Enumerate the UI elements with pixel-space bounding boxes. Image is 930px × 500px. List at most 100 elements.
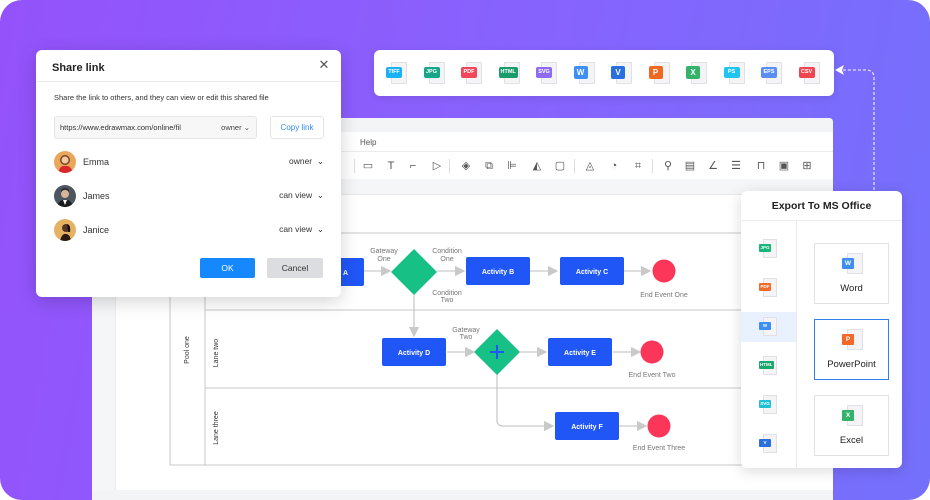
format-badge: EPS: [761, 67, 777, 78]
frame-icon[interactable]: ▢: [553, 159, 567, 173]
format-badge: P: [648, 66, 663, 79]
share-link-field[interactable]: https://www.edrawmax.com/online/fil owne…: [54, 116, 257, 139]
flip-icon[interactable]: ◭: [530, 159, 544, 173]
crop-icon[interactable]: ⌗: [631, 159, 645, 173]
excel-icon: X: [842, 410, 854, 421]
text-icon[interactable]: T: [384, 159, 398, 173]
side-format-jpg[interactable]: JPG: [741, 234, 796, 264]
close-icon[interactable]: ✕: [317, 58, 331, 72]
shape-style-icon[interactable]: ◔: [607, 159, 621, 173]
cancel-button[interactable]: Cancel: [267, 258, 323, 278]
rectangle-icon[interactable]: ▭: [361, 159, 375, 173]
user-row-janice: Janice can view ⌄: [54, 219, 324, 243]
user-role: can view: [279, 224, 313, 234]
end-event-label: End Event Two: [629, 372, 676, 379]
more-icon[interactable]: ⊞: [800, 159, 814, 173]
export-format-ps[interactable]: PS: [723, 62, 746, 86]
export-option-excel[interactable]: X Excel: [814, 395, 889, 456]
activity-c[interactable]: Activity C: [560, 257, 624, 285]
condition-label: One: [440, 256, 453, 263]
user-row-emma: Emma owner ⌄: [54, 151, 324, 175]
connector-icon[interactable]: ⌐: [406, 159, 420, 173]
format-badge: HTML: [498, 67, 518, 78]
gateway-label: Two: [460, 334, 473, 341]
avatar: [54, 185, 76, 207]
user-role-select[interactable]: owner ⌄: [289, 156, 324, 167]
export-option-word[interactable]: W Word: [814, 243, 889, 304]
link-permission-select[interactable]: owner ⌄: [221, 123, 250, 132]
end-event-three[interactable]: [647, 414, 671, 438]
activity-label: Activity F: [571, 424, 603, 431]
chevron-down-icon: ⌄: [316, 156, 324, 166]
format-painter-icon[interactable]: ▤: [683, 159, 697, 173]
format-badge: JPG: [759, 244, 771, 252]
export-format-svg[interactable]: SVG: [536, 62, 558, 86]
fill-color-icon[interactable]: ◬: [583, 159, 597, 173]
group-icon[interactable]: ⧉: [482, 159, 496, 173]
activity-label: Activity B: [482, 269, 514, 276]
side-format-pdf[interactable]: PDF: [741, 273, 796, 303]
share-link-url: https://www.edrawmax.com/online/fil: [60, 123, 181, 132]
activity-f[interactable]: Activity F: [555, 412, 619, 440]
pointer-icon[interactable]: ▷: [430, 159, 444, 173]
end-event-label: End Event One: [640, 292, 688, 299]
export-format-csv[interactable]: CSV: [798, 62, 821, 86]
format-badge: JPG: [423, 67, 440, 78]
layers-icon[interactable]: ◈: [459, 159, 473, 173]
divider: [36, 81, 341, 82]
export-format-jpg[interactable]: JPG: [423, 62, 446, 86]
end-event-one[interactable]: [652, 259, 676, 283]
search-icon[interactable]: ⚲: [661, 159, 675, 173]
lock-icon[interactable]: ⊓: [754, 159, 768, 173]
export-format-eps[interactable]: EPS: [761, 62, 783, 86]
activity-e[interactable]: Activity E: [548, 338, 612, 366]
divider: [796, 221, 797, 468]
menu-help[interactable]: Help: [360, 138, 376, 147]
side-format-v[interactable]: V: [741, 429, 796, 459]
fit-icon[interactable]: ▣: [777, 159, 791, 173]
export-format-html[interactable]: HTML: [498, 62, 521, 86]
status-strip: [92, 490, 833, 500]
format-badge: V: [611, 66, 625, 79]
export-format-tiff[interactable]: TIFF: [386, 62, 408, 86]
side-format-html[interactable]: HTML: [741, 351, 796, 381]
activity-label: Activity D: [398, 350, 430, 357]
avatar: [54, 151, 76, 173]
activity-b[interactable]: Activity B: [466, 257, 530, 285]
ok-button[interactable]: OK: [200, 258, 255, 278]
user-name: Emma: [83, 157, 110, 167]
copy-link-button[interactable]: Copy link: [270, 116, 324, 139]
user-role-select[interactable]: can view ⌄: [279, 224, 324, 235]
format-badge: PS: [723, 67, 740, 78]
side-format-svg[interactable]: SVG: [741, 390, 796, 420]
export-format-pdf[interactable]: PDF: [461, 62, 483, 86]
format-badge: W: [759, 322, 771, 330]
line-color-icon[interactable]: ∠: [706, 159, 720, 173]
user-role: owner: [288, 156, 313, 166]
format-badge: V: [759, 439, 771, 447]
export-format-v[interactable]: V: [611, 62, 633, 86]
toolbar-separator: [652, 159, 653, 173]
end-event-label: End Event Three: [633, 445, 686, 452]
activity-d[interactable]: Activity D: [382, 338, 446, 366]
export-option-powerpoint[interactable]: P PowerPoint: [814, 319, 889, 380]
chevron-down-icon: ⌄: [316, 224, 324, 234]
user-name: Janice: [83, 225, 110, 235]
export-format-p[interactable]: P: [648, 62, 671, 86]
activity-label: Activity E: [564, 350, 596, 357]
dialog-title: Share link: [52, 62, 105, 74]
export-ms-office-panel: Export To MS Office JPG PDF W HTML SVG V W Word…: [741, 191, 902, 468]
activity-label: Activity C: [576, 269, 608, 276]
powerpoint-icon: P: [842, 334, 854, 345]
export-format-x[interactable]: X: [686, 62, 708, 86]
side-format-w[interactable]: W: [741, 312, 796, 342]
line-style-icon[interactable]: ☰: [729, 159, 743, 173]
end-event-two[interactable]: [640, 340, 664, 364]
divider: [741, 220, 902, 221]
user-role-select[interactable]: can view ⌄: [279, 190, 324, 201]
format-badge: HTML: [759, 361, 774, 369]
align-icon[interactable]: ⊫: [505, 159, 519, 173]
export-format-w[interactable]: W: [573, 62, 596, 86]
gateway-label: Gateway: [370, 248, 398, 255]
format-badge: X: [686, 66, 700, 79]
